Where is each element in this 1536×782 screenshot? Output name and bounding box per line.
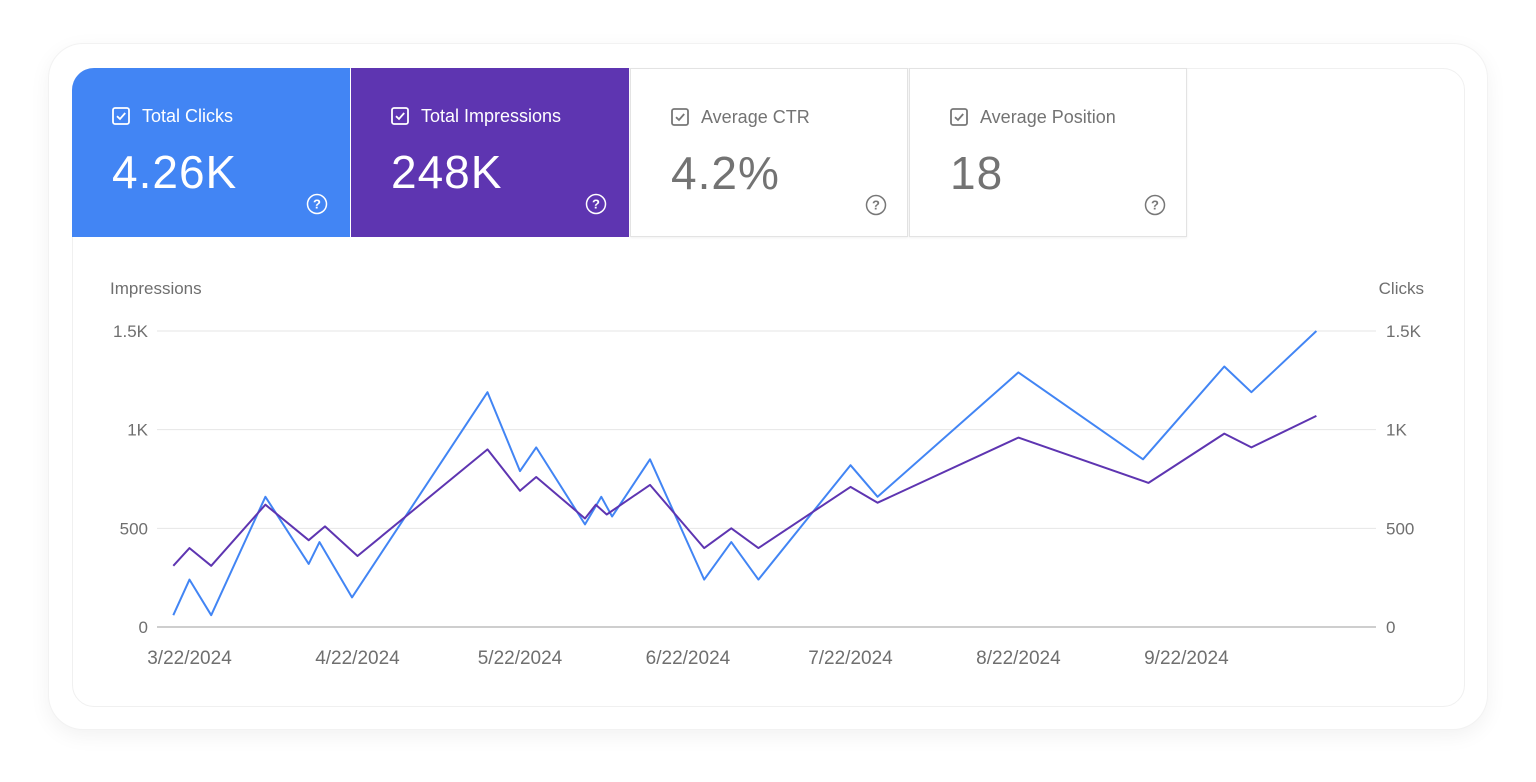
y-tick-label-right: 1.5K xyxy=(1386,322,1422,341)
x-tick-label: 3/22/2024 xyxy=(147,648,232,669)
y-tick-label-right: 1K xyxy=(1386,421,1407,440)
x-tick-label: 7/22/2024 xyxy=(808,648,893,669)
y-tick-label-left: 1K xyxy=(127,421,148,440)
x-tick-label: 5/22/2024 xyxy=(478,648,563,669)
x-tick-label: 8/22/2024 xyxy=(976,648,1061,669)
impressions-series-line xyxy=(172,415,1317,567)
clicks-series-line xyxy=(172,330,1318,617)
line-chart: Impressions Clicks 0 0500 5001K 1K1.5K 1.5K … xyxy=(110,279,1424,669)
left-axis-label: Impressions xyxy=(110,279,202,298)
y-tick-label-left: 0 xyxy=(139,618,148,637)
right-axis-label: Clicks xyxy=(1379,279,1424,298)
x-tick-label: 9/22/2024 xyxy=(1144,648,1229,669)
y-tick-label-left: 500 xyxy=(120,519,148,538)
x-tick-label: 6/22/2024 xyxy=(646,648,731,669)
y-tick-label-right: 500 xyxy=(1386,519,1414,538)
x-tick-label: 4/22/2024 xyxy=(315,648,400,669)
y-tick-label-left: 1.5K xyxy=(113,322,149,341)
y-tick-label-right: 0 xyxy=(1386,618,1395,637)
